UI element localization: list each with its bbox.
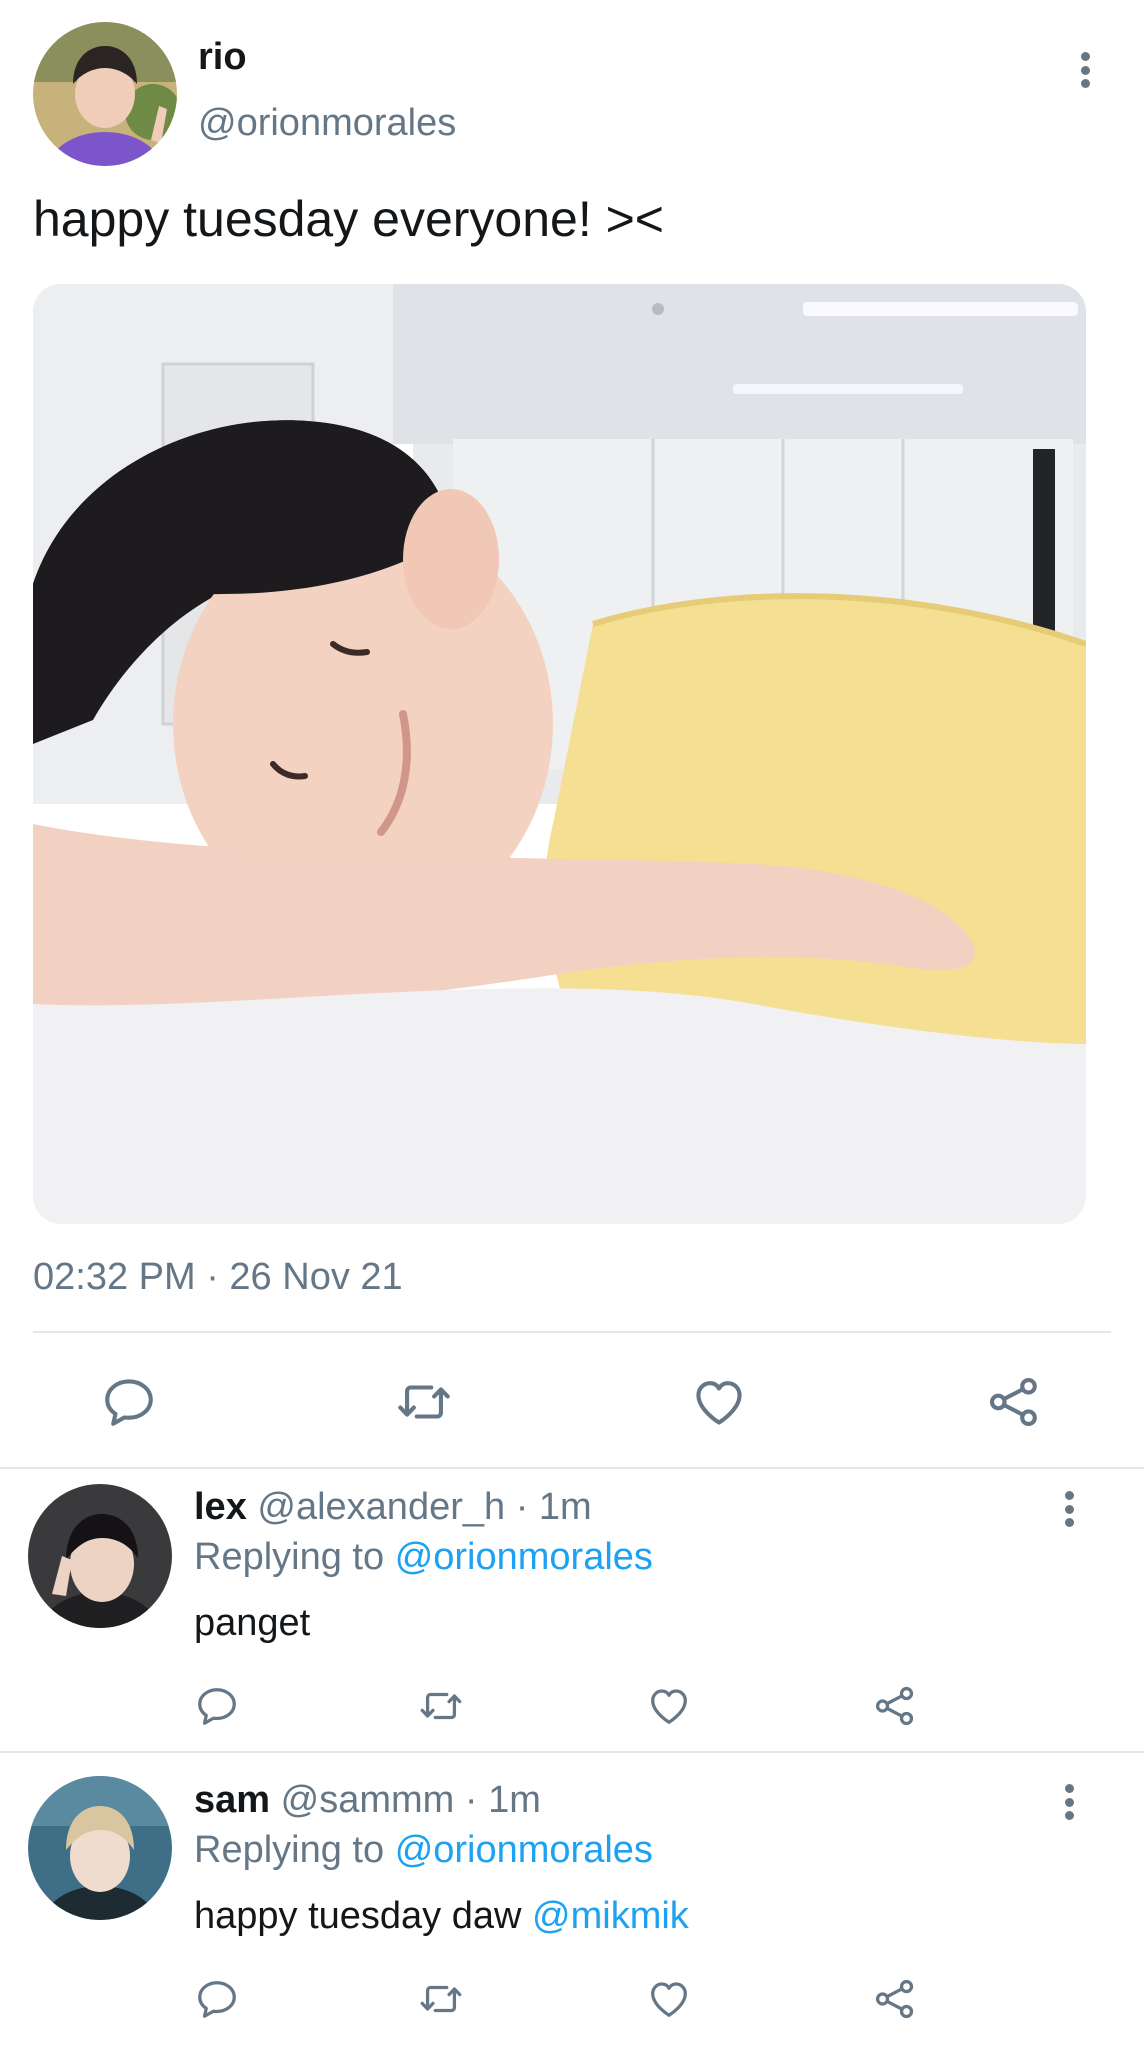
reply-author-name[interactable]: sam [194, 1779, 270, 1821]
replying-to-label: Replying to [194, 1536, 385, 1578]
share-icon[interactable] [872, 1683, 918, 1729]
reply-text: panget [194, 1602, 310, 1645]
heart-icon[interactable] [646, 1976, 692, 2022]
reply-icon[interactable] [194, 1976, 240, 2022]
replying-to-label: Replying to [194, 1829, 385, 1871]
retweet-icon[interactable] [395, 1373, 453, 1431]
reply-time: · 1m [515, 1486, 592, 1528]
reply-mention-link[interactable]: @mikmik [532, 1895, 689, 1937]
reply-author-name[interactable]: lex [194, 1486, 247, 1528]
reply-header: lex @alexander_h · 1m [194, 1486, 592, 1529]
tweet-text: happy tuesday everyone! >< [33, 191, 665, 247]
reply-text-body: panget [194, 1602, 311, 1644]
avatar[interactable] [28, 1776, 172, 1920]
retweet-icon[interactable] [418, 1683, 464, 1729]
more-vertical-icon[interactable] [1062, 1491, 1076, 1527]
reply-author-handle[interactable]: @alexander_h [257, 1486, 505, 1528]
tweet-timestamp: 02:32 PM · 26 Nov 21 [33, 1256, 403, 1298]
replying-to-handle-link[interactable]: @orionmorales [395, 1536, 653, 1578]
avatar[interactable] [28, 1484, 172, 1628]
reply-author-handle[interactable]: @sammm [281, 1779, 455, 1821]
replying-to: Replying to @orionmorales [194, 1829, 653, 1872]
author-name[interactable]: rio [198, 36, 247, 79]
heart-icon[interactable] [690, 1373, 748, 1431]
reply-text-body: happy tuesday daw [194, 1895, 522, 1937]
replying-to: Replying to @orionmorales [194, 1536, 653, 1579]
reply-time: · 1m [464, 1779, 541, 1821]
share-icon[interactable] [872, 1976, 918, 2022]
replying-to-handle-link[interactable]: @orionmorales [395, 1829, 653, 1871]
reply-icon[interactable] [100, 1373, 158, 1431]
author-avatar[interactable] [33, 22, 177, 166]
reply-header: sam @sammm · 1m [194, 1779, 541, 1822]
share-icon[interactable] [985, 1373, 1043, 1431]
tweet-media[interactable] [33, 284, 1086, 1224]
divider [0, 1467, 1144, 1469]
reply-text: happy tuesday daw @mikmik [194, 1895, 689, 1938]
reply-icon[interactable] [194, 1683, 240, 1729]
author-handle[interactable]: @orionmorales [198, 102, 456, 145]
tweet-photo [33, 284, 1086, 1224]
retweet-icon[interactable] [418, 1976, 464, 2022]
divider [0, 1751, 1144, 1753]
divider [33, 1331, 1111, 1333]
more-vertical-icon[interactable] [1062, 1784, 1076, 1820]
heart-icon[interactable] [646, 1683, 692, 1729]
more-vertical-icon[interactable] [1078, 52, 1092, 88]
